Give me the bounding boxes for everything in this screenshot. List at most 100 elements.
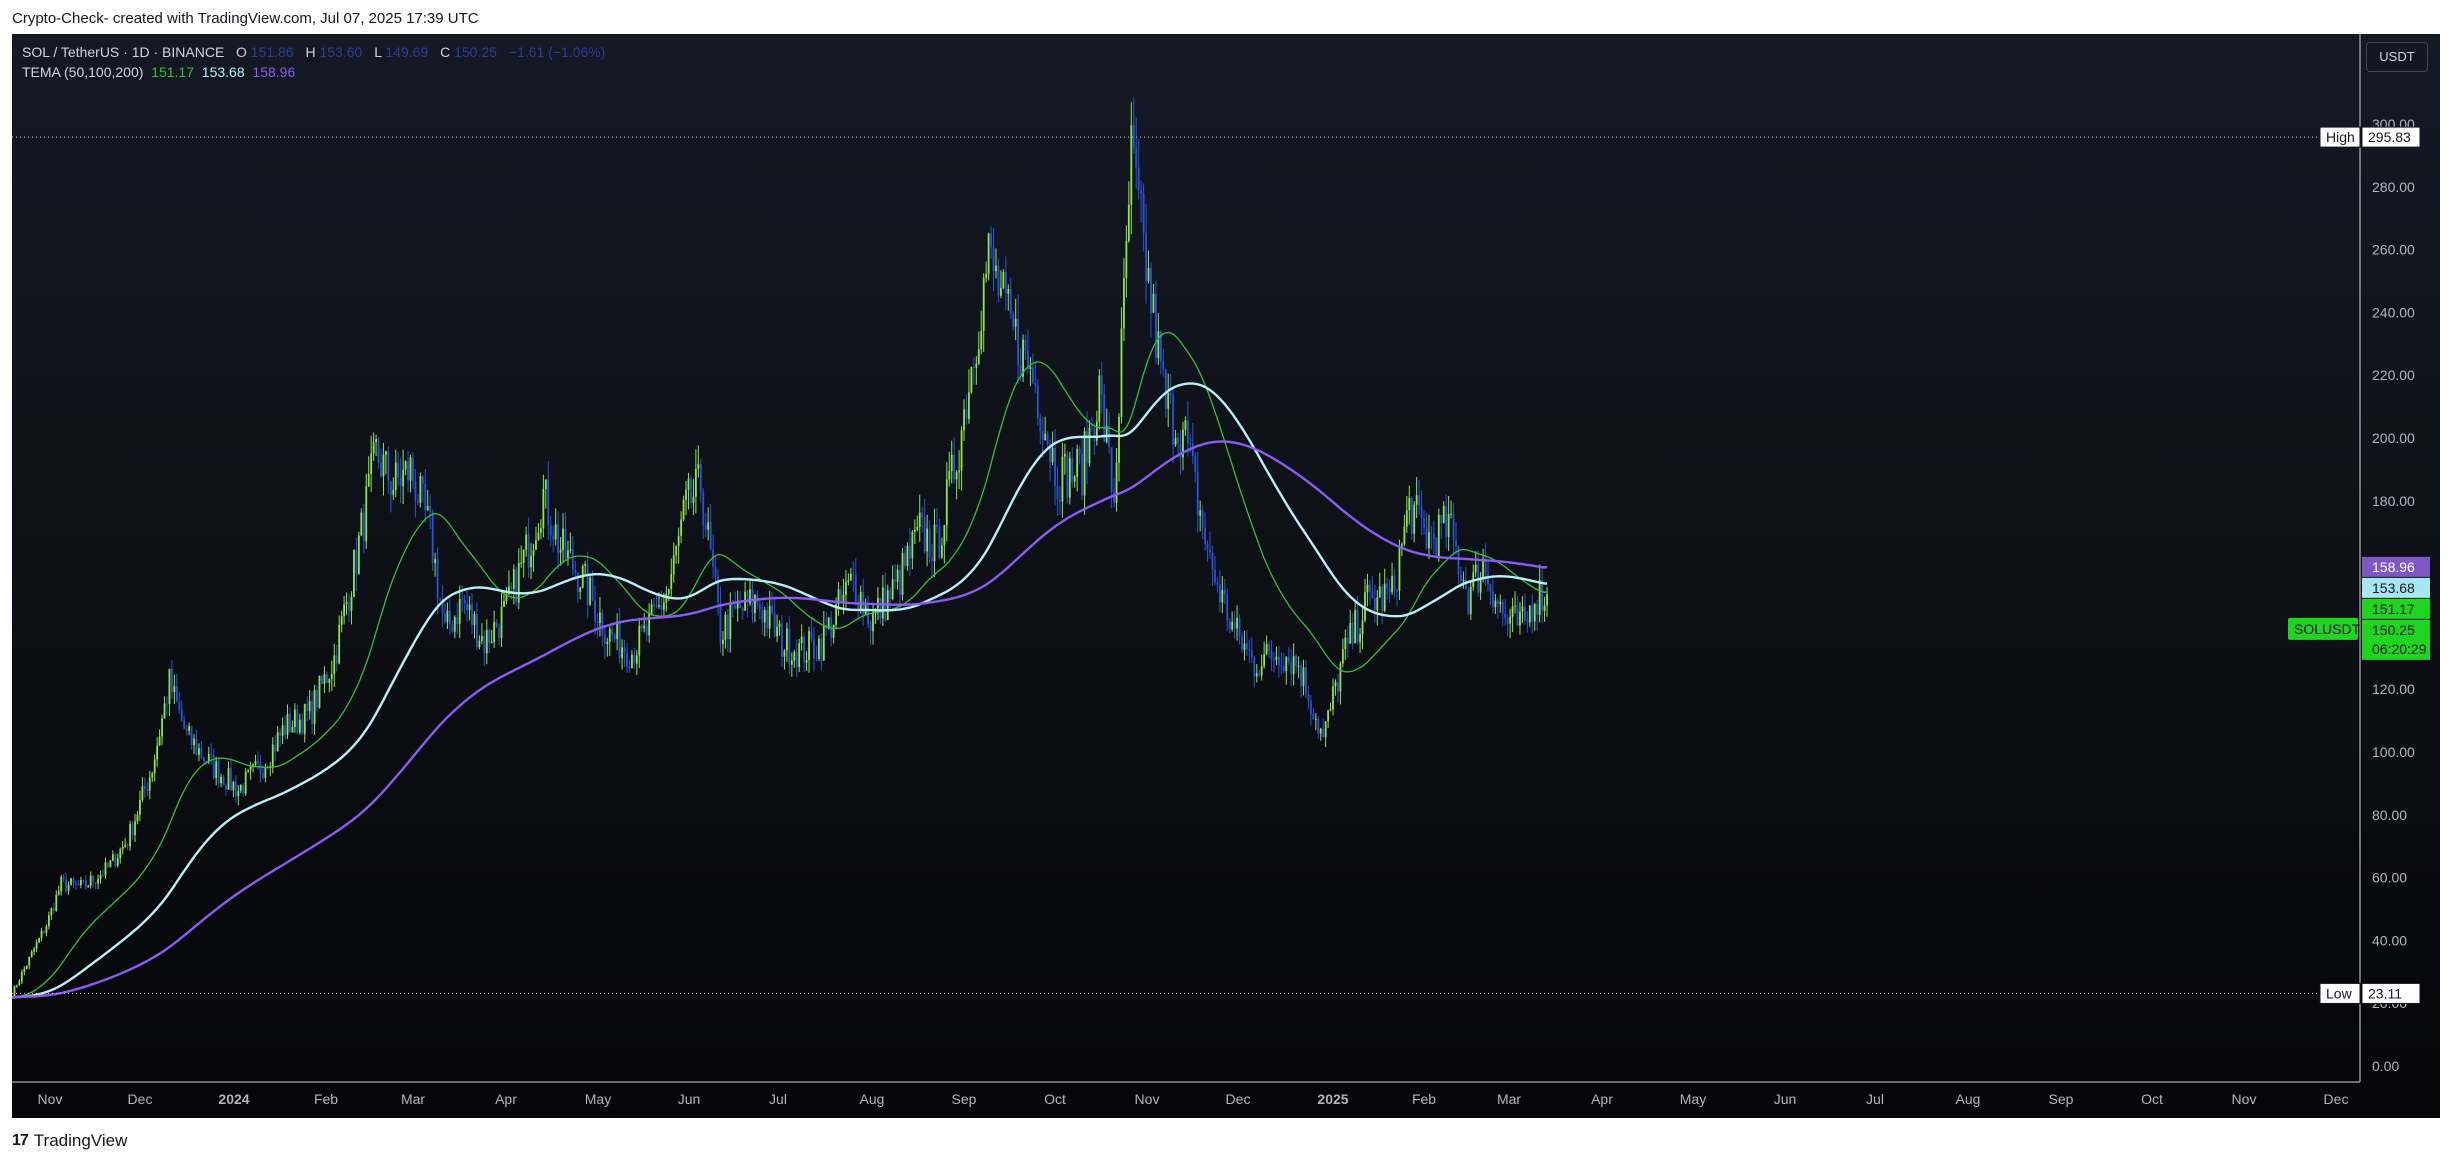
candle-body[interactable] (89, 875, 92, 886)
candle-body[interactable] (1302, 667, 1305, 686)
tradingview-logo[interactable]: 17 TradingView (12, 1131, 127, 1151)
candle-body[interactable] (1428, 532, 1430, 549)
candle-body[interactable] (279, 732, 282, 736)
candle-body[interactable] (1073, 476, 1076, 482)
candle-body[interactable] (1462, 580, 1465, 582)
candle-body[interactable] (198, 748, 200, 755)
candle-body[interactable] (153, 759, 156, 774)
candle-body[interactable] (500, 606, 503, 639)
candle-body[interactable] (210, 753, 213, 755)
candle-body[interactable] (175, 686, 178, 702)
candle-body[interactable] (114, 854, 117, 866)
candle-body[interactable] (943, 525, 946, 546)
candle-body[interactable] (483, 635, 486, 654)
candle-body[interactable] (156, 745, 159, 760)
candle-body[interactable] (1036, 385, 1039, 419)
candle-body[interactable] (338, 625, 341, 664)
candle-body[interactable] (38, 937, 40, 943)
candle-body[interactable] (476, 613, 478, 648)
candle-body[interactable] (1415, 495, 1418, 505)
candle-body[interactable] (1268, 644, 1270, 652)
price-chart[interactable]: 0.0020.0040.0060.0080.00100.00120.00140.… (12, 34, 2440, 1118)
candle-body[interactable] (766, 609, 769, 629)
candle-body[interactable] (190, 726, 193, 746)
candle-body[interactable] (412, 457, 414, 482)
candle-body[interactable] (402, 469, 405, 487)
candle-body[interactable] (328, 679, 331, 683)
candle-body[interactable] (805, 659, 808, 663)
candle-body[interactable] (325, 674, 328, 683)
candle-body[interactable] (535, 540, 537, 550)
candle-body[interactable] (522, 549, 525, 563)
candle-body[interactable] (1241, 636, 1243, 651)
candle-body[interactable] (1445, 506, 1448, 537)
candle-body[interactable] (215, 761, 218, 779)
candle-body[interactable] (845, 582, 847, 595)
candle-body[interactable] (158, 736, 161, 746)
candle-body[interactable] (1285, 657, 1288, 672)
candle-body[interactable] (940, 545, 943, 558)
candle-body[interactable] (1206, 543, 1209, 550)
candle-body[interactable] (1046, 433, 1049, 445)
candle-body[interactable] (977, 349, 980, 364)
candle-body[interactable] (1413, 504, 1416, 534)
candle-body[interactable] (129, 824, 131, 847)
candle-body[interactable] (1236, 617, 1238, 629)
chart-panel[interactable]: 0.0020.0040.0060.0080.00100.00120.00140.… (12, 34, 2440, 1118)
candle-body[interactable] (677, 535, 680, 547)
candle-body[interactable] (257, 761, 259, 763)
candle-body[interactable] (562, 528, 564, 550)
candle-body[interactable] (230, 768, 232, 791)
candle-body[interactable] (840, 589, 842, 602)
candle-body[interactable] (960, 430, 963, 471)
candle-body[interactable] (1531, 605, 1534, 622)
candle-body[interactable] (1361, 620, 1364, 635)
candle-body[interactable] (638, 625, 641, 656)
candle-body[interactable] (776, 626, 778, 637)
candle-body[interactable] (498, 627, 500, 639)
candle-body[interactable] (281, 725, 284, 736)
candle-body[interactable] (316, 689, 318, 708)
candle-body[interactable] (544, 479, 547, 490)
candle-body[interactable] (1223, 589, 1226, 595)
candle-body[interactable] (1378, 586, 1381, 598)
candle-body[interactable] (1041, 431, 1044, 441)
candle-body[interactable] (1191, 443, 1194, 457)
candle-body[interactable] (982, 278, 985, 331)
candle-body[interactable] (385, 451, 387, 455)
candle-body[interactable] (119, 849, 122, 859)
candle-body[interactable] (817, 638, 820, 659)
candle-body[interactable] (571, 549, 574, 570)
candle-body[interactable] (1391, 575, 1393, 593)
candle-body[interactable] (217, 761, 220, 784)
candle-body[interactable] (480, 635, 483, 641)
candle-body[interactable] (254, 761, 257, 765)
candle-body[interactable] (232, 781, 235, 791)
candle-body[interactable] (1184, 420, 1187, 430)
candle-body[interactable] (1273, 659, 1275, 661)
candle-body[interactable] (778, 623, 781, 627)
candle-body[interactable] (530, 555, 532, 568)
candle-body[interactable] (134, 821, 136, 836)
candle-body[interactable] (1250, 650, 1253, 658)
candle-body[interactable] (1076, 448, 1079, 477)
candle-body[interactable] (25, 965, 28, 969)
candle-body[interactable] (1017, 318, 1020, 366)
candle-body[interactable] (1098, 375, 1101, 422)
candle-body[interactable] (685, 489, 687, 500)
candle-body[interactable] (788, 628, 791, 665)
candle-body[interactable] (1494, 600, 1497, 608)
candle-body[interactable] (987, 233, 990, 274)
candle-body[interactable] (1140, 190, 1143, 194)
candle-body[interactable] (1231, 621, 1234, 630)
candle-body[interactable] (707, 522, 710, 530)
candle-body[interactable] (975, 363, 978, 368)
candle-body[interactable] (392, 490, 395, 495)
candle-body[interactable] (1265, 644, 1268, 655)
candle-body[interactable] (195, 738, 198, 755)
candle-body[interactable] (1194, 456, 1197, 472)
candle-body[interactable] (473, 613, 476, 625)
candle-body[interactable] (62, 876, 65, 880)
candle-body[interactable] (148, 777, 151, 791)
candle-body[interactable] (936, 524, 938, 527)
